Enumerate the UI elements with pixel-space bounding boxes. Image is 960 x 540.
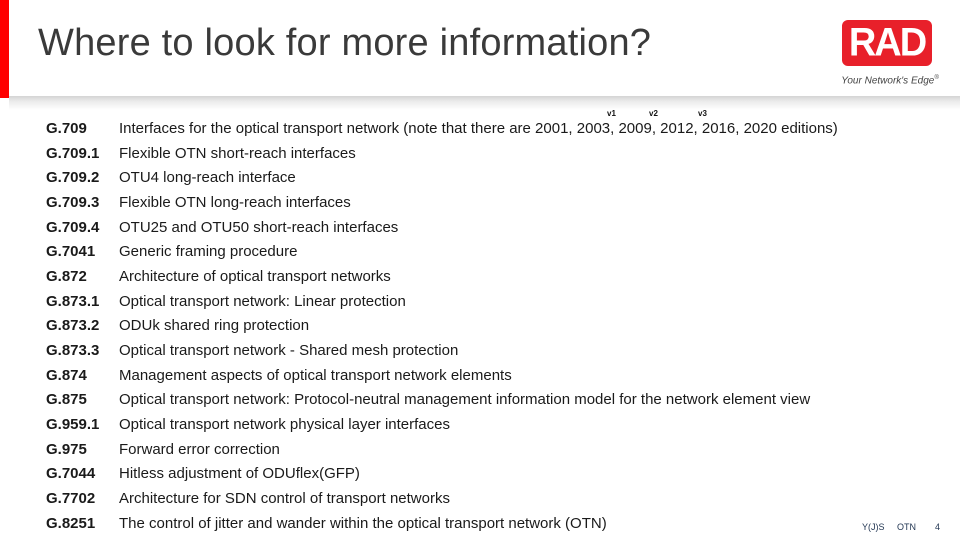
standard-code: G.709.4 xyxy=(46,218,100,236)
footer-author: Y(J)S xyxy=(862,522,885,532)
standard-description: Hitless adjustment of ODUflex(GFP) xyxy=(119,465,360,483)
standard-code: G.959.1 xyxy=(46,416,100,434)
standard-code: G.8251 xyxy=(46,514,96,532)
standard-code: G.873.2 xyxy=(46,317,100,335)
list-item: G.709 Interfaces for the optical transpor… xyxy=(46,116,838,141)
standard-description: Optical transport network: Protocol-neut… xyxy=(119,391,811,409)
standard-description: Generic framing procedure xyxy=(119,243,298,261)
list-item: G.8251 The control of jitter and wander w… xyxy=(46,511,838,536)
logo-text: RAD xyxy=(848,20,927,66)
footer-page-number: 4 xyxy=(935,522,941,532)
standard-description: Optical transport network: Linear protec… xyxy=(119,292,406,310)
footer-topic: OTN xyxy=(897,522,916,532)
standard-code: G.875 xyxy=(46,391,87,409)
standard-description: OTU25 and OTU50 short-reach interfaces xyxy=(119,218,399,236)
standard-code: G.7041 xyxy=(46,243,96,261)
standard-description: Forward error correction xyxy=(119,440,280,458)
standard-description: Architecture for SDN control of transpor… xyxy=(119,490,450,508)
list-item: G.975 Forward error correction xyxy=(46,437,838,462)
standard-description: Architecture of optical transport networ… xyxy=(119,267,391,285)
list-item: G.959.1 Optical transport network physica… xyxy=(46,412,838,437)
standard-description: Management aspects of optical transport … xyxy=(119,366,512,384)
standard-code: G.7702 xyxy=(46,490,96,508)
list-item: G.873.3 Optical transport network - Share… xyxy=(46,338,838,363)
standard-code: G.975 xyxy=(46,440,87,458)
list-item: G.709.2 OTU4 long-reach interface xyxy=(46,165,838,190)
list-item: G.873.1 Optical transport network: Linear… xyxy=(46,289,838,314)
standard-description: The control of jitter and wander within … xyxy=(119,514,607,532)
standard-description: Flexible OTN long-reach interfaces xyxy=(119,193,351,211)
header-shadow xyxy=(9,96,960,110)
standard-code: G.872 xyxy=(46,267,87,285)
standard-code: G.873.1 xyxy=(46,292,100,310)
standard-code: G.874 xyxy=(46,366,87,384)
standard-code: G.709.3 xyxy=(46,193,100,211)
tagline-text: Your Network's Edge xyxy=(841,75,935,87)
standard-description: Flexible OTN short-reach interfaces xyxy=(119,144,356,162)
accent-bar xyxy=(0,0,9,98)
list-item: G.7044 Hitless adjustment of ODUflex(GFP) xyxy=(46,462,838,487)
list-item: G.875 Optical transport network: Protocol… xyxy=(46,388,838,413)
standard-description: OTU4 long-reach interface xyxy=(119,169,296,187)
standard-code: G.873.3 xyxy=(46,342,100,360)
list-item: G.873.2 ODUk shared ring protection xyxy=(46,314,838,339)
rad-logo: RAD xyxy=(842,20,932,66)
logo-tagline: Your Network's Edge® xyxy=(838,75,942,86)
list-item: G.709.3 Flexible OTN long-reach interface… xyxy=(46,190,838,215)
standard-description: Optical transport network physical layer… xyxy=(119,416,450,434)
standard-description: Optical transport network - Shared mesh … xyxy=(119,342,459,360)
standard-code: G.7044 xyxy=(46,465,96,483)
standard-code: G.709.2 xyxy=(46,169,100,187)
list-item: G.872 Architecture of optical transport n… xyxy=(46,264,838,289)
list-item: G.874 Management aspects of optical trans… xyxy=(46,363,838,388)
slide-title: Where to look for more information? xyxy=(38,22,652,64)
standard-description: Interfaces for the optical transport net… xyxy=(119,119,838,137)
standards-list: G.709 Interfaces for the optical transpor… xyxy=(46,116,838,536)
list-item: G.709.4 OTU25 and OTU50 short-reach inter… xyxy=(46,215,838,240)
list-item: G.7702 Architecture for SDN control of tr… xyxy=(46,486,838,511)
standard-description: ODUk shared ring protection xyxy=(119,317,310,335)
list-item: G.709.1 Flexible OTN short-reach interfac… xyxy=(46,141,838,166)
standard-code: G.709.1 xyxy=(46,144,100,162)
registered-mark: ® xyxy=(934,75,939,81)
standard-code: G.709 xyxy=(46,119,87,137)
list-item: G.7041 Generic framing procedure xyxy=(46,239,838,264)
